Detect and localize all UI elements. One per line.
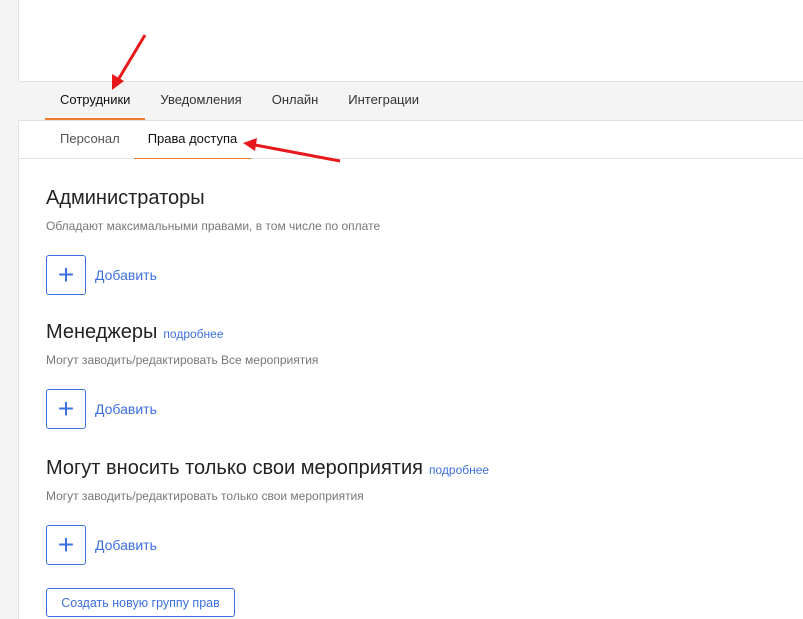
more-link[interactable]: подробнее xyxy=(429,463,489,477)
tab-notifications[interactable]: Уведомления xyxy=(145,82,256,120)
add-own-events: + Добавить xyxy=(46,525,489,565)
section-desc: Обладают максимальными правами, в том чи… xyxy=(46,219,381,233)
add-link[interactable]: Добавить xyxy=(95,401,157,417)
section-own-events: Могут вносить только свои мероприятия под… xyxy=(46,457,489,565)
plus-icon[interactable]: + xyxy=(46,255,86,295)
section-title: Менеджеры xyxy=(46,321,158,343)
section-title: Могут вносить только свои мероприятия xyxy=(46,457,423,479)
subtab-access-rights[interactable]: Права доступа xyxy=(133,121,252,159)
tab-employees[interactable]: Сотрудники xyxy=(45,82,146,120)
section-managers: Менеджеры подробнее Могут заводить/редакт… xyxy=(46,321,318,429)
create-group-button[interactable]: Создать новую группу прав xyxy=(46,588,235,617)
add-admin: + Добавить xyxy=(46,255,380,295)
subtab-staff[interactable]: Персонал xyxy=(46,121,134,159)
plus-icon[interactable]: + xyxy=(46,389,86,429)
more-link[interactable]: подробнее xyxy=(163,327,223,341)
section-admins: Администраторы Обладают максимальными пр… xyxy=(46,187,380,295)
add-link[interactable]: Добавить xyxy=(95,267,157,283)
section-desc: Могут заводить/редактировать Все меропри… xyxy=(46,353,319,367)
section-desc: Могут заводить/редактировать только свои… xyxy=(46,489,364,503)
tab-online[interactable]: Онлайн xyxy=(257,82,334,120)
tab-integrations[interactable]: Интеграции xyxy=(333,82,434,120)
header-area xyxy=(18,0,803,82)
content-panel: Персонал Права доступа Администраторы Об… xyxy=(18,120,803,619)
sub-tabs: Персонал Права доступа xyxy=(46,121,252,159)
plus-icon[interactable]: + xyxy=(46,525,86,565)
section-title: Администраторы xyxy=(46,187,205,209)
add-manager: + Добавить xyxy=(46,389,318,429)
main-tabs: Сотрудники Уведомления Онлайн Интеграции xyxy=(45,82,434,120)
add-link[interactable]: Добавить xyxy=(95,537,157,553)
